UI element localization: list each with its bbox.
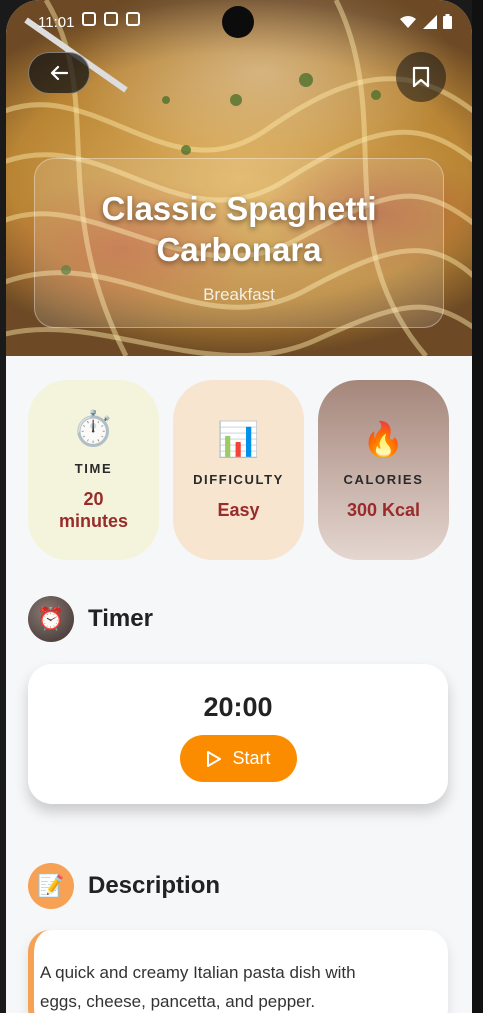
alarm-clock-icon: ⏰ [28,596,74,642]
notification-icon [104,12,118,26]
notification-icons [82,12,140,26]
start-label: Start [232,748,271,768]
description-header: 📝 Description [28,863,220,909]
arrow-left-icon [50,65,68,81]
bookmark-button[interactable] [396,52,446,102]
description-title: Description [88,872,221,899]
difficulty-label: DIFFICULTY [193,471,284,487]
calories-value: 300 Kcal [346,499,421,520]
recipe-title: Classic Spaghetti Carbonara [101,190,377,268]
notification-icon [126,12,140,26]
calories-label: CALORIES [343,471,424,487]
wifi-icon [400,15,416,28]
notification-icon [82,12,96,26]
start-timer-button[interactable]: Start [180,735,297,782]
stopwatch-icon: ⏱️ [72,409,115,448]
calories-card: 🔥 CALORIES 300 Kcal [318,380,449,560]
screen: 11:01 Classic Spaghetti Carbonara Breakf… [6,0,472,1013]
play-icon [207,750,222,767]
timer-card: 20:00 Start [28,664,448,804]
hero-image: 11:01 Classic Spaghetti Carbonara Breakf… [6,0,472,356]
difficulty-value: Easy [217,499,260,520]
signal-icon [423,14,437,29]
timer-header: ⏰ Timer [28,596,153,642]
description-text: A quick and creamy Italian pasta dish wi… [40,963,356,1011]
timer-title: Timer [88,605,153,632]
battery-icon [443,14,452,29]
difficulty-card: 📊 DIFFICULTY Easy [173,380,304,560]
time-label: TIME [74,460,113,476]
fire-icon: 🔥 [362,420,405,459]
timer-display: 20:00 [203,692,273,722]
memo-icon: 📝 [28,863,74,909]
recipe-category: Breakfast [203,285,275,304]
system-icons [399,14,452,29]
time-card: ⏱️ TIME 20 minutes [28,380,159,560]
bookmark-icon [412,66,430,88]
back-button[interactable] [28,52,90,94]
bar-chart-icon: 📊 [217,420,260,459]
time-value: 20 minutes [58,488,128,531]
status-time: 11:01 [38,14,75,31]
device-frame-edge [472,0,483,1013]
camera-cutout [222,6,254,38]
